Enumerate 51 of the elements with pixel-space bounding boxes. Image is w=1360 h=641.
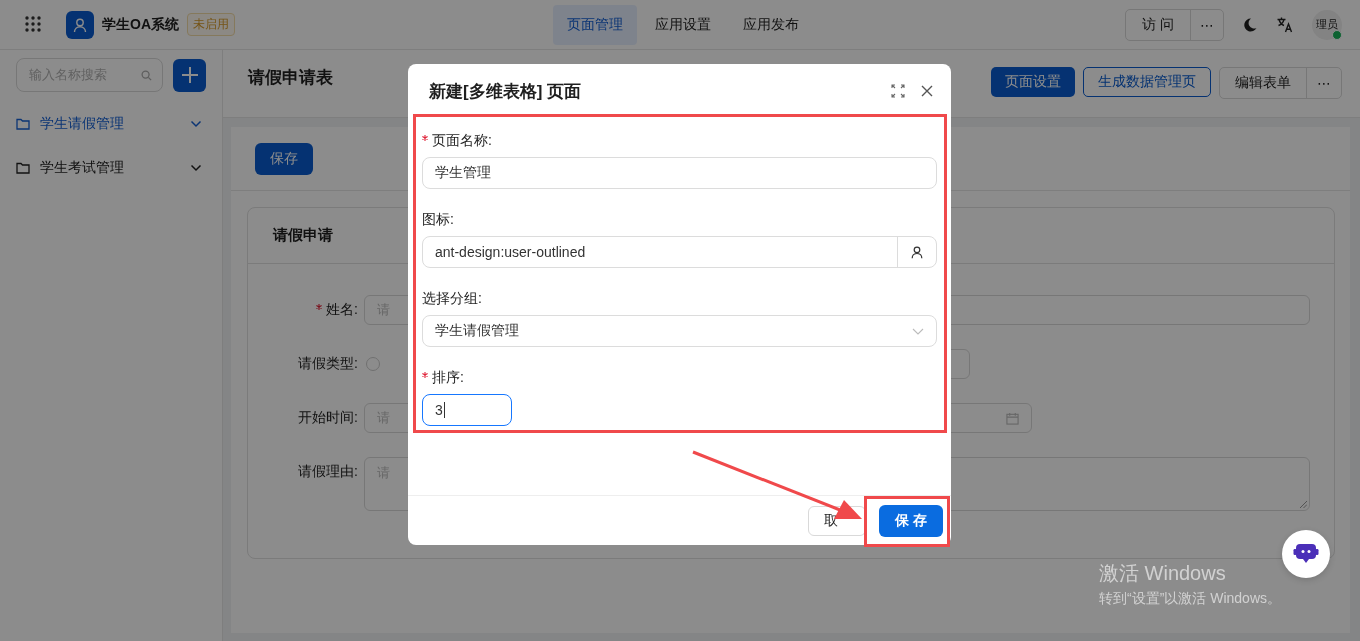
form-title: 请假申请 xyxy=(273,226,333,245)
field-label: 开始时间: xyxy=(297,409,358,427)
field-label: 图标: xyxy=(422,211,454,229)
user-icon xyxy=(910,245,924,259)
field-label: 姓名: xyxy=(248,301,358,319)
required-icon xyxy=(316,304,323,310)
number-field[interactable]: 3 xyxy=(422,394,512,426)
add-button[interactable] xyxy=(173,58,206,92)
required-icon xyxy=(422,135,428,141)
page-title: 请假申请表 xyxy=(248,67,334,89)
chevron-down-icon[interactable] xyxy=(190,164,202,172)
edit-form-button[interactable]: 编辑表单 xyxy=(1220,67,1306,98)
fullscreen-icon[interactable] xyxy=(891,84,905,98)
nav-tab[interactable]: 应用设置 xyxy=(641,4,725,45)
input-field[interactable]: ant-design:user-outlined xyxy=(422,236,937,268)
folder-icon xyxy=(16,118,30,130)
field-label: 选择分组: xyxy=(422,290,482,308)
nav-group-item[interactable]: 学生请假管理 xyxy=(16,102,206,146)
dialog-title: 新建[多维表格] 页面 xyxy=(429,80,583,103)
avatar-text: 理员 xyxy=(1316,17,1338,32)
field-label: 请假类型: xyxy=(297,355,358,373)
field-label: 排序: xyxy=(422,369,464,387)
field-label: 请假理由: xyxy=(297,462,358,481)
nav-tab[interactable]: 页面管理 xyxy=(553,4,637,45)
user-icon xyxy=(72,16,88,33)
visit-button[interactable]: 访 问 xyxy=(1126,9,1190,40)
activation-message: 转到“设置”以激活 Windows。 xyxy=(1099,590,1281,608)
select-field[interactable]: 学生请假管理 xyxy=(422,315,937,347)
page-settings-button[interactable]: 页面设置 xyxy=(991,66,1075,97)
nav-group-item[interactable]: 学生考试管理 xyxy=(16,146,206,190)
activation-title: 激活 Windows xyxy=(1099,561,1227,586)
generate-page-button[interactable]: 生成数据管理页 xyxy=(1083,66,1211,97)
user-avatar[interactable]: 理员 xyxy=(1312,9,1342,40)
status-badge: 未启用 xyxy=(187,13,235,36)
folder-icon xyxy=(16,162,30,174)
more-button[interactable]: ⋯ xyxy=(1306,67,1341,98)
save-button[interactable]: 保 存 xyxy=(879,504,943,537)
save-button[interactable]: 保存 xyxy=(255,142,313,175)
chevron-down-icon[interactable] xyxy=(190,120,202,128)
more-button[interactable]: ⋯ xyxy=(1190,9,1223,40)
moon-icon[interactable] xyxy=(1242,16,1258,33)
nav-tab[interactable]: 应用发布 xyxy=(729,4,813,45)
field-label: 页面名称: xyxy=(422,132,492,150)
required-icon xyxy=(422,372,428,378)
plus-icon xyxy=(180,66,199,84)
input-field[interactable]: 学生管理 xyxy=(422,157,937,189)
app-name: 学生OA系统 xyxy=(102,15,179,34)
resize-handle-icon[interactable] xyxy=(1300,501,1307,508)
close-icon[interactable] xyxy=(921,85,933,97)
translate-icon[interactable] xyxy=(1276,15,1294,34)
apps-grid-icon[interactable] xyxy=(24,14,44,35)
